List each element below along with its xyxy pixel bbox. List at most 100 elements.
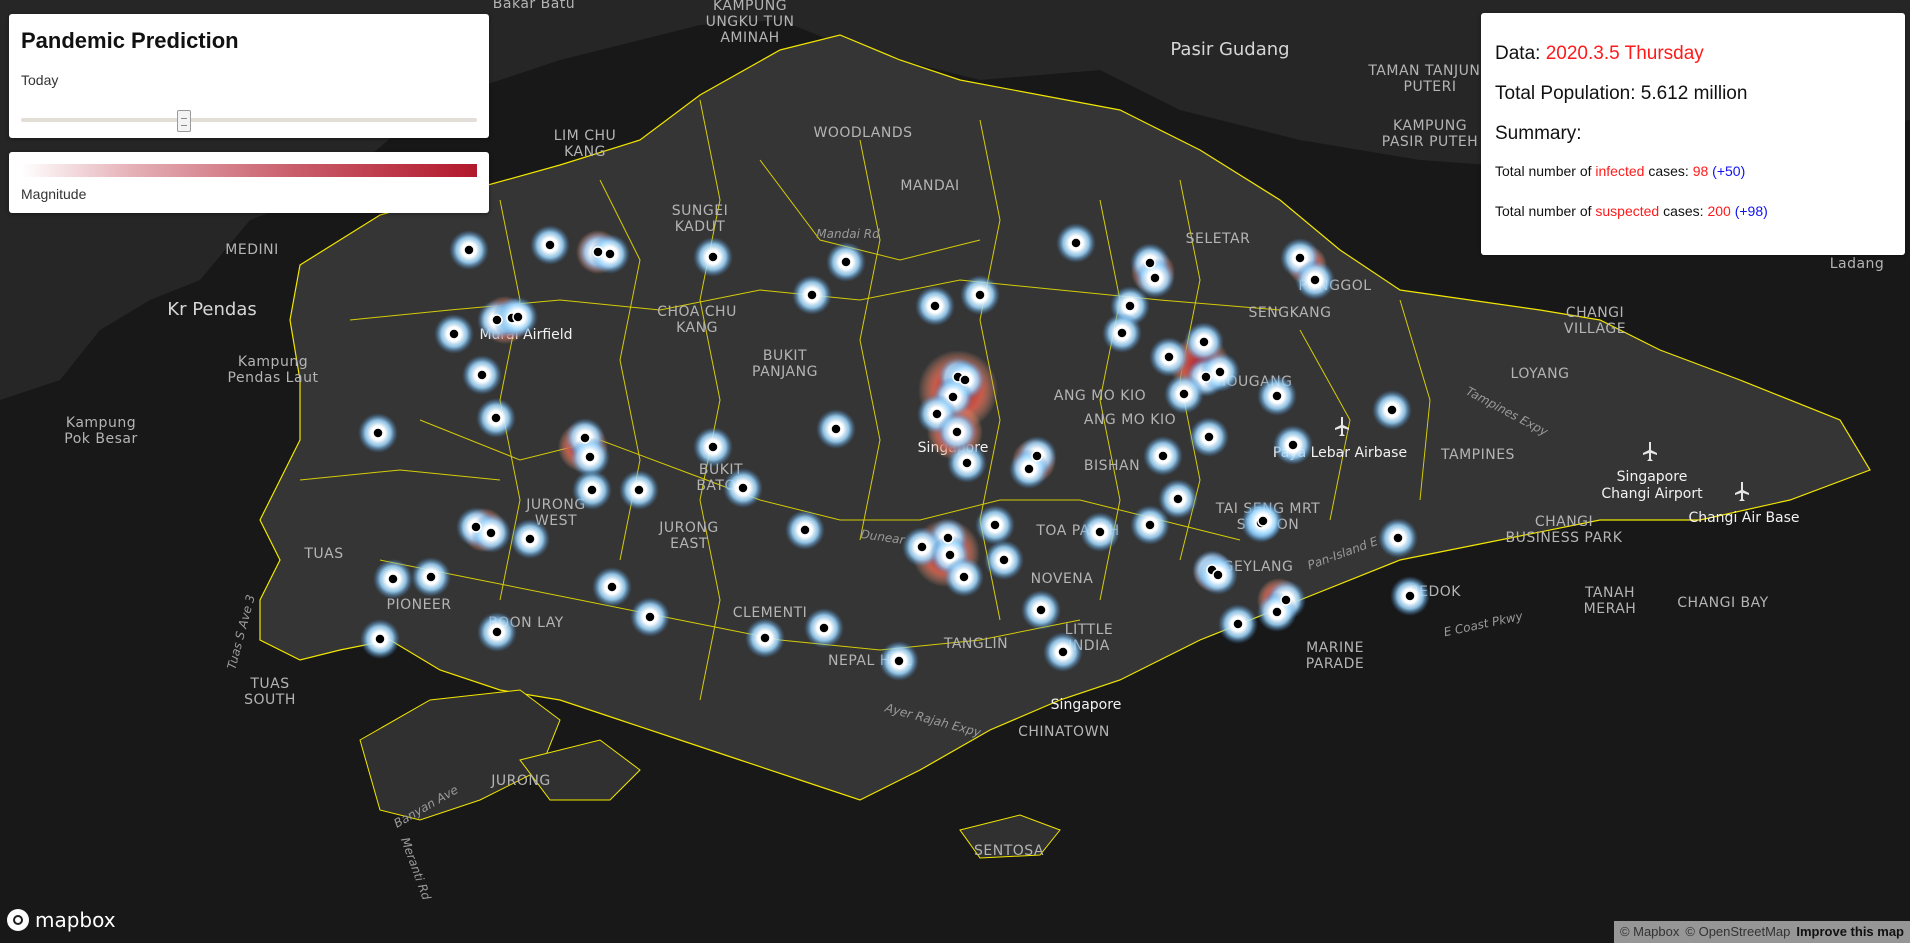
case-point[interactable] [1200, 371, 1212, 383]
case-point[interactable] [1309, 274, 1321, 286]
label-kampung-ungku-2: UNGKU TUN [706, 14, 795, 30]
case-point[interactable] [592, 246, 604, 258]
case-point[interactable] [1212, 569, 1224, 581]
case-point[interactable] [947, 391, 959, 403]
case-point[interactable] [1144, 519, 1156, 531]
suspected-delta: (+98) [1734, 203, 1768, 219]
case-point[interactable] [1094, 526, 1106, 538]
label-mandai-rd: Mandai Rd [816, 227, 880, 241]
case-point[interactable] [959, 374, 971, 386]
suspected-count: 200 [1707, 203, 1731, 219]
info-panel: Data: 2020.3.5 Thursday Total Population… [1481, 13, 1905, 255]
case-point[interactable] [387, 573, 399, 585]
case-point[interactable] [1280, 594, 1292, 606]
case-point[interactable] [1144, 257, 1156, 269]
case-point[interactable] [1287, 439, 1299, 451]
case-point[interactable] [818, 622, 830, 634]
case-point[interactable] [759, 632, 771, 644]
label-mandai: MANDAI [900, 178, 959, 194]
case-point[interactable] [425, 571, 437, 583]
case-point[interactable] [491, 314, 503, 326]
case-point[interactable] [1149, 272, 1161, 284]
case-point[interactable] [707, 441, 719, 453]
case-point[interactable] [644, 611, 656, 623]
case-point[interactable] [463, 244, 475, 256]
case-point[interactable] [1294, 252, 1306, 264]
case-point[interactable] [1271, 390, 1283, 402]
case-point[interactable] [512, 311, 524, 323]
case-point[interactable] [1116, 327, 1128, 339]
case-point[interactable] [1163, 351, 1175, 363]
infected-suffix: cases: [1644, 163, 1693, 179]
case-point[interactable] [490, 412, 502, 424]
case-point[interactable] [929, 300, 941, 312]
case-point[interactable] [942, 532, 954, 544]
label-changi-airport-1: Singapore [1617, 469, 1688, 485]
case-point[interactable] [1124, 300, 1136, 312]
case-point[interactable] [1198, 336, 1210, 348]
case-point[interactable] [961, 457, 973, 469]
date-slider-track[interactable] [21, 118, 477, 122]
case-point[interactable] [974, 289, 986, 301]
label-kampung-pasir-1: KAMPUNG [1393, 118, 1467, 134]
case-point[interactable] [606, 581, 618, 593]
date-slider-thumb[interactable] [177, 110, 191, 132]
case-point[interactable] [806, 289, 818, 301]
case-point[interactable] [799, 524, 811, 536]
case-point[interactable] [544, 239, 556, 251]
label-changi-village-1: CHANGI [1566, 305, 1624, 321]
case-point[interactable] [633, 484, 645, 496]
case-point[interactable] [1178, 388, 1190, 400]
case-point[interactable] [989, 519, 1001, 531]
case-point[interactable] [1392, 532, 1404, 544]
case-point[interactable] [1271, 606, 1283, 618]
case-point[interactable] [372, 427, 384, 439]
case-point[interactable] [476, 369, 488, 381]
case-point[interactable] [1031, 450, 1043, 462]
case-point[interactable] [944, 549, 956, 561]
case-point[interactable] [1057, 646, 1069, 658]
case-point[interactable] [951, 426, 963, 438]
case-point[interactable] [916, 541, 928, 553]
mapbox-logo[interactable]: mapbox [7, 908, 116, 932]
case-point[interactable] [931, 408, 943, 420]
case-point[interactable] [1232, 618, 1244, 630]
legend-label: Magnitude [21, 186, 87, 202]
attribution-osm[interactable]: © OpenStreetMap [1685, 924, 1790, 940]
case-point[interactable] [524, 533, 536, 545]
case-point[interactable] [830, 423, 842, 435]
case-point[interactable] [998, 554, 1010, 566]
case-point[interactable] [707, 251, 719, 263]
improve-map-link[interactable]: Improve this map [1796, 924, 1904, 940]
case-point[interactable] [374, 633, 386, 645]
label-tanah-merah-1: TANAH [1584, 585, 1635, 601]
case-point[interactable] [737, 482, 749, 494]
label-changi-village-2: VILLAGE [1564, 321, 1626, 337]
case-point[interactable] [579, 432, 591, 444]
case-point[interactable] [1404, 590, 1416, 602]
case-point[interactable] [1386, 404, 1398, 416]
case-point[interactable] [470, 521, 482, 533]
case-point[interactable] [958, 571, 970, 583]
attribution-mapbox[interactable]: © Mapbox [1620, 924, 1679, 940]
case-point[interactable] [604, 248, 616, 260]
label-choa-chu-kang-2: KANG [676, 320, 718, 336]
label-choa-chu-kang-1: CHOA CHU [657, 304, 737, 320]
case-point[interactable] [1214, 366, 1226, 378]
case-point[interactable] [586, 484, 598, 496]
case-point[interactable] [584, 451, 596, 463]
case-point[interactable] [1203, 431, 1215, 443]
case-point[interactable] [1023, 463, 1035, 475]
case-point[interactable] [893, 655, 905, 667]
control-panel: Pandemic Prediction Today [9, 14, 489, 138]
case-point[interactable] [1257, 515, 1269, 527]
case-point[interactable] [840, 256, 852, 268]
case-point[interactable] [1070, 237, 1082, 249]
case-point[interactable] [1035, 604, 1047, 616]
case-point[interactable] [448, 328, 460, 340]
case-point[interactable] [1172, 493, 1184, 505]
case-point[interactable] [1157, 450, 1169, 462]
label-kampung-pok-1: Kampung [66, 415, 136, 431]
case-point[interactable] [485, 527, 497, 539]
case-point[interactable] [491, 626, 503, 638]
